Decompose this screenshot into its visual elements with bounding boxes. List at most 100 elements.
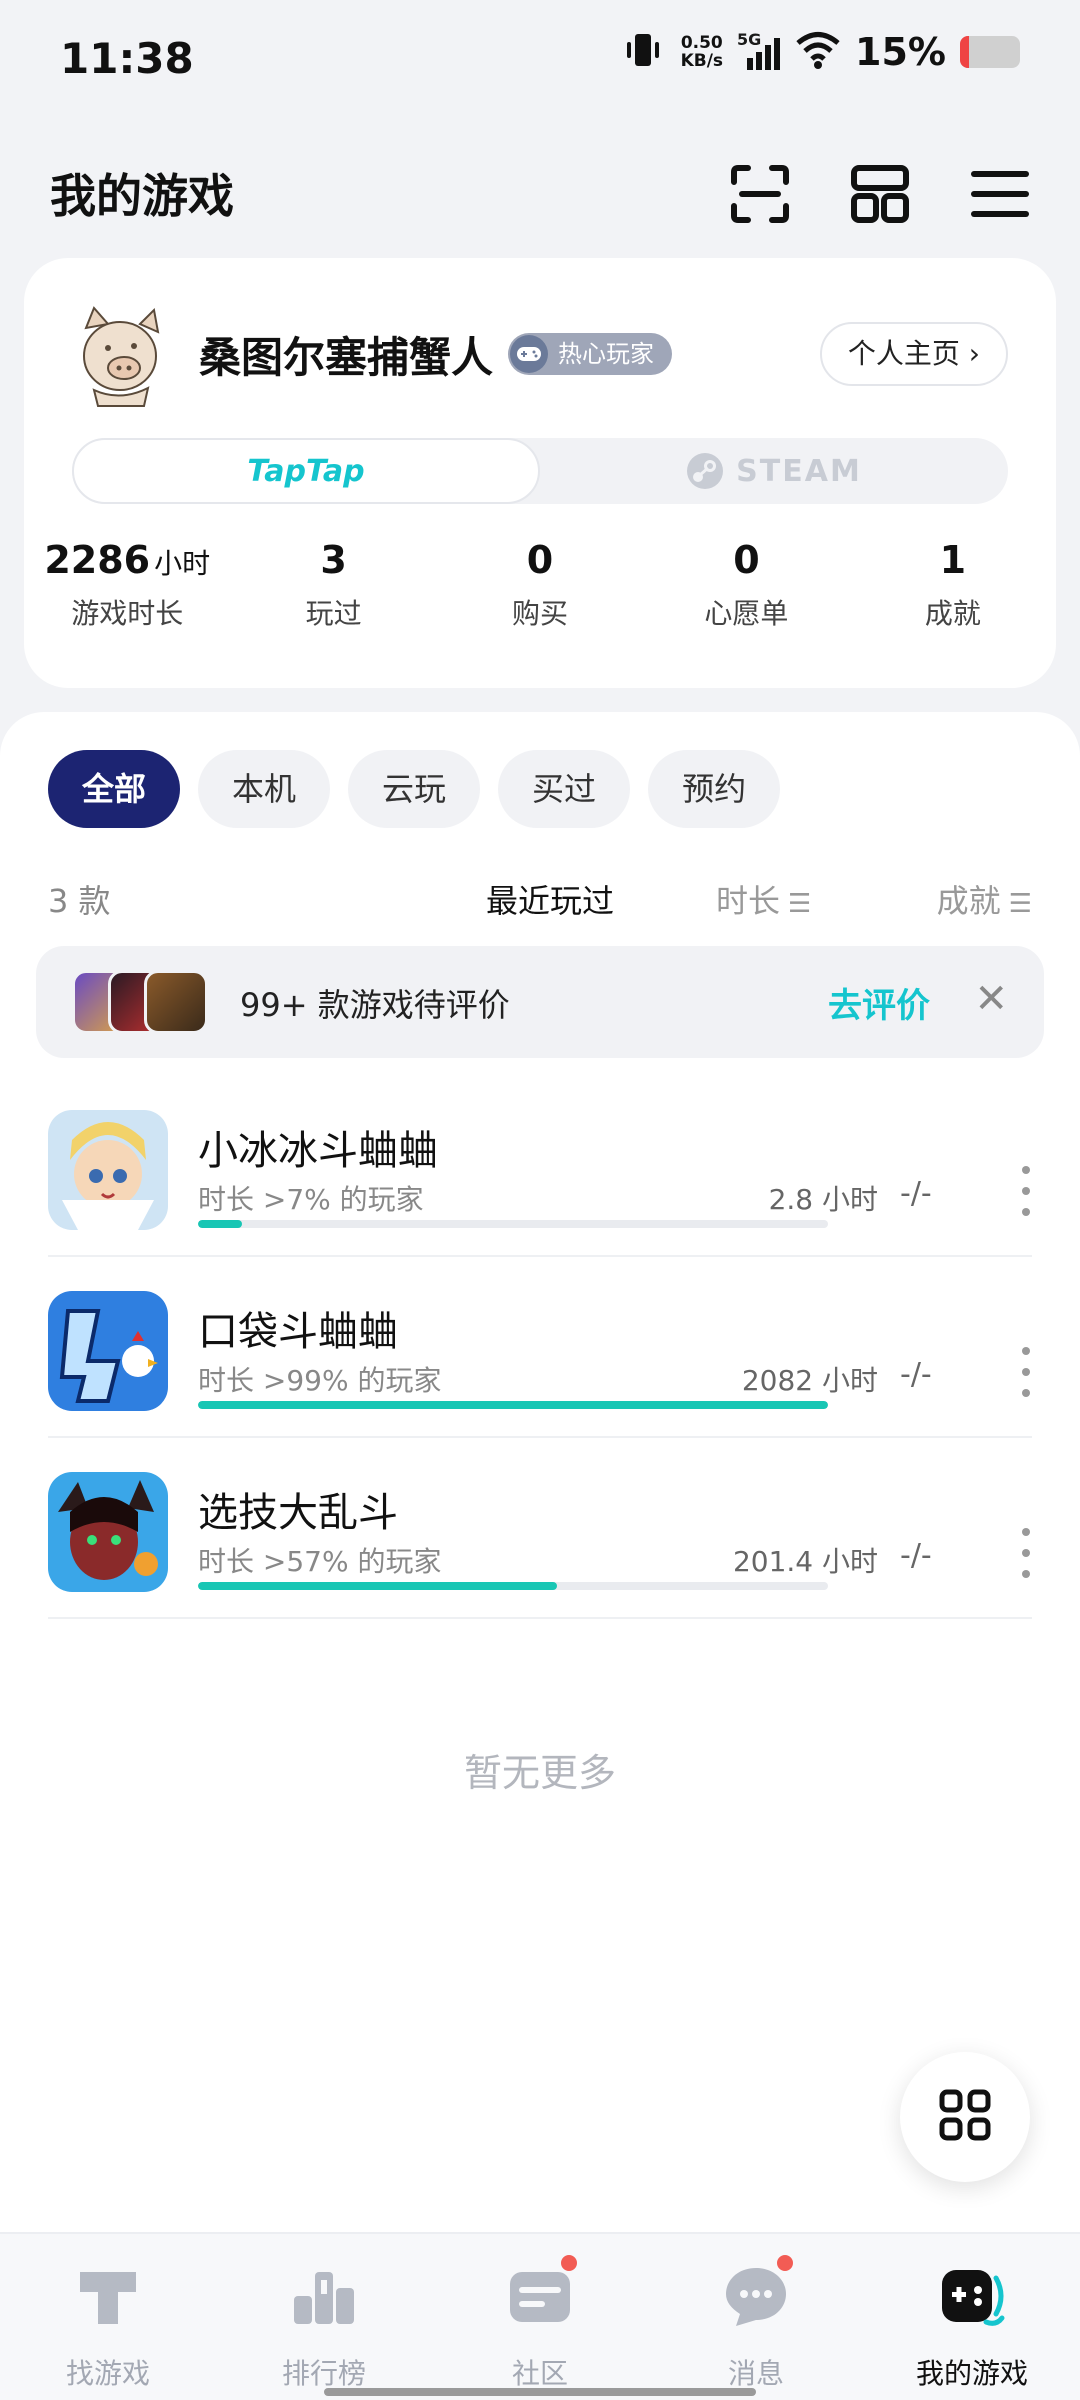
game-list: 小冰冰斗蛐蛐 时长 >7% 的玩家 2.8 小时 -/- 口袋斗蛐蛐 时长 >9… — [0, 1076, 1080, 1619]
platform-switch: TapTap STEAM — [72, 438, 1008, 504]
stat-value: 0 — [526, 538, 554, 582]
game-hours: 201.4 小时 — [732, 1545, 878, 1578]
progress-fill — [198, 1220, 243, 1228]
stat-value: 0 — [733, 538, 760, 582]
nav-label: 消息 — [727, 2357, 784, 2390]
stat-playtime[interactable]: 2286 小时 游戏时长 — [24, 538, 230, 658]
sort-icon: ☰ — [788, 889, 812, 919]
chip-local[interactable]: 本机 — [198, 750, 331, 828]
stat-purchased[interactable]: 0 购买 — [437, 538, 643, 658]
nav-find-games[interactable]: 找游戏 — [0, 2234, 216, 2400]
playtime-progress — [198, 1401, 828, 1409]
stat-label: 购买 — [512, 597, 569, 630]
app-grid-button[interactable] — [900, 2052, 1030, 2182]
ranking-icon — [290, 2262, 358, 2330]
scan-icon[interactable] — [720, 154, 800, 234]
battery-icon — [960, 36, 1020, 68]
profile-card: 桑图尔塞捕蟹人 热心玩家 个人主页 › TapTap STEAM 2286 小时 … — [24, 258, 1056, 688]
chip-all[interactable]: 全部 — [48, 750, 181, 828]
nav-ranking[interactable]: 排行榜 — [216, 2234, 432, 2400]
status-time: 11:38 — [60, 34, 194, 83]
homepage-button[interactable]: 个人主页 › — [819, 322, 1008, 386]
wifi-icon — [795, 30, 841, 74]
sort-achievements[interactable]: 成就 ☰ — [937, 876, 1032, 922]
game-icon-brawl[interactable] — [48, 1472, 168, 1592]
playtime-progress — [198, 1220, 828, 1228]
game-name: 选技大乱斗 — [198, 1490, 398, 1536]
more-icon[interactable] — [1016, 1528, 1036, 1578]
review-text: 99+ 款游戏待评价 — [240, 986, 510, 1024]
home-indicator[interactable] — [324, 2388, 756, 2396]
app-grid-icon — [938, 2088, 992, 2146]
nav-my-games[interactable]: 我的游戏 — [864, 2234, 1080, 2400]
game-icon-pocket[interactable] — [48, 1291, 168, 1411]
game-achievement: -/- — [900, 1538, 932, 1573]
stat-played[interactable]: 3 玩过 — [230, 538, 436, 658]
go-review-button[interactable]: 去评价 — [828, 978, 930, 1027]
stat-label: 游戏时长 — [71, 597, 184, 630]
sort-recent[interactable]: 最近玩过 — [486, 876, 614, 922]
game-rank: 时长 >7% 的玩家 — [198, 1183, 424, 1216]
progress-fill — [198, 1401, 828, 1409]
nav-label: 社区 — [511, 2357, 568, 2390]
stat-label: 玩过 — [305, 597, 362, 630]
more-icon[interactable] — [1016, 1166, 1036, 1216]
game-rank: 时长 >99% 的玩家 — [198, 1364, 442, 1397]
layout-grid-icon[interactable] — [840, 154, 920, 234]
game-achievement: -/- — [900, 1357, 932, 1392]
review-banner: 99+ 款游戏待评价 去评价 ✕ — [36, 946, 1044, 1058]
username: 桑图尔塞捕蟹人 — [199, 333, 494, 382]
more-icon[interactable] — [1016, 1347, 1036, 1397]
nav-messages[interactable]: 消息 — [648, 2234, 864, 2400]
chip-cloud[interactable]: 云玩 — [348, 750, 481, 828]
bottom-nav: 找游戏 排行榜 社区 消息 我的游戏 — [0, 2232, 1080, 2400]
header: 我的游戏 — [0, 140, 1080, 250]
badge-label: 热心玩家 — [558, 340, 654, 368]
game-hours: 2.8 小时 — [768, 1183, 878, 1216]
no-more-text: 暂无更多 — [463, 1751, 616, 1795]
sort-duration-label: 时长 — [716, 882, 781, 920]
nav-label: 排行榜 — [281, 2357, 366, 2390]
game-icon-ice[interactable] — [48, 1110, 168, 1230]
game-rank: 时长 >57% 的玩家 — [198, 1545, 442, 1578]
game-row[interactable]: 小冰冰斗蛐蛐 时长 >7% 的玩家 2.8 小时 -/- — [48, 1076, 1032, 1257]
taptap-icon — [74, 2262, 142, 2330]
stat-achievements[interactable]: 1 成就 — [850, 538, 1056, 658]
stat-value: 2286 — [44, 538, 151, 582]
signal-icon: 5G — [737, 30, 781, 72]
games-panel: 全部 本机 云玩 买过 预约 3 款 最近玩过 时长 ☰ 成就 ☰ 99+ 款游戏待… — [0, 712, 1080, 2232]
nav-community[interactable]: 社区 — [432, 2234, 648, 2400]
sort-bar: 3 款 最近玩过 时长 ☰ 成就 ☰ — [48, 866, 1032, 926]
stat-value: 1 — [939, 538, 967, 582]
avatar[interactable] — [64, 298, 174, 408]
nav-label: 我的游戏 — [915, 2357, 1028, 2390]
chip-reserved[interactable]: 预约 — [648, 750, 781, 828]
net-speed: 0.50 KB/s — [681, 34, 723, 70]
chip-purchased[interactable]: 买过 — [498, 750, 631, 828]
menu-icon[interactable] — [960, 154, 1040, 234]
game-hours: 2082 小时 — [741, 1364, 878, 1397]
battery-fill — [960, 36, 969, 68]
sort-duration[interactable]: 时长 ☰ — [716, 876, 811, 922]
vibrate-icon — [619, 30, 667, 74]
status-bar: 11:38 0.50 KB/s 5G 15% — [0, 0, 1080, 120]
game-name: 小冰冰斗蛐蛐 — [198, 1128, 438, 1174]
game-achievement: -/- — [900, 1176, 932, 1211]
user-badge[interactable]: 热心玩家 — [508, 333, 672, 375]
stat-value: 3 — [320, 538, 347, 582]
review-thumbnails — [72, 970, 212, 1034]
stat-label: 心愿单 — [704, 597, 789, 630]
tab-taptap[interactable]: TapTap — [72, 438, 540, 504]
game-row[interactable]: 口袋斗蛐蛐 时长 >99% 的玩家 2082 小时 -/- — [48, 1257, 1032, 1438]
playtime-progress — [198, 1582, 828, 1590]
tab-steam[interactable]: STEAM — [540, 438, 1008, 504]
close-icon[interactable]: ✕ — [974, 976, 1008, 1022]
game-row[interactable]: 选技大乱斗 时长 >57% 的玩家 201.4 小时 -/- — [48, 1438, 1032, 1619]
page-title: 我的游戏 — [50, 169, 234, 223]
stat-wishlist[interactable]: 0 心愿单 — [643, 538, 849, 658]
net-speed-value: 0.50 — [680, 33, 723, 53]
gamepad-icon — [938, 2262, 1006, 2330]
gamepad-badge-icon — [510, 335, 548, 373]
steam-label: STEAM — [736, 453, 862, 489]
game-thumb — [144, 970, 208, 1034]
